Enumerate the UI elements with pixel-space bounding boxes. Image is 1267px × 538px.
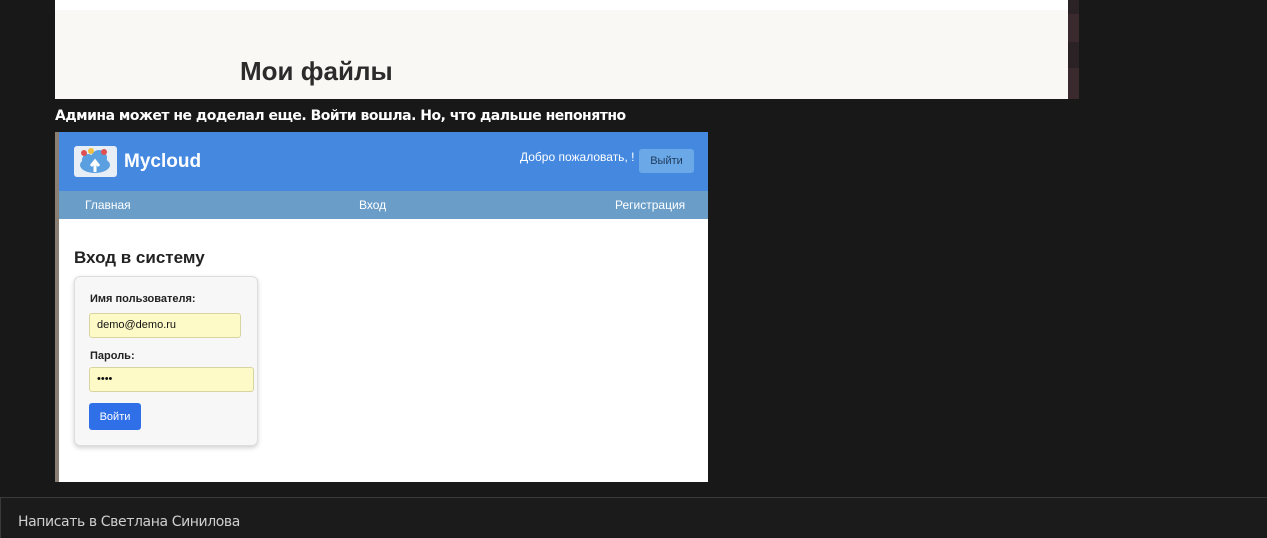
strip-segment — [1068, 14, 1079, 42]
app-nav-bar: Главная Вход Регистрация — [59, 191, 708, 219]
cloud-logo-icon — [74, 146, 117, 177]
password-field[interactable]: •••• — [89, 367, 254, 392]
nav-login-link[interactable]: Вход — [359, 198, 386, 212]
password-label: Пароль: — [90, 350, 135, 362]
image-top-band — [55, 0, 1068, 10]
nav-home-link[interactable]: Главная — [85, 198, 131, 212]
username-field[interactable]: demo@demo.ru — [89, 313, 241, 338]
image-side-strip — [1068, 0, 1079, 99]
login-form-card: Имя пользователя: demo@demo.ru Пароль: •… — [74, 276, 258, 446]
chat-message-text: Админа может не доделал еще. Войти вошла… — [55, 108, 626, 124]
login-submit-button[interactable]: Войти — [89, 403, 141, 430]
login-heading: Вход в систему — [74, 248, 205, 267]
app-brand-name: Mycloud — [124, 151, 202, 172]
username-label: Имя пользователя: — [90, 293, 196, 305]
shared-screenshot[interactable]: Mycloud Добро пожаловать, ! Выйти Главна… — [55, 132, 708, 482]
reply-bar-divider — [0, 498, 1, 538]
my-files-title: Мои файлы — [240, 56, 393, 86]
strip-segment — [1068, 68, 1079, 99]
shared-image-my-files[interactable]: Мои файлы — [55, 0, 1068, 99]
reply-input-placeholder[interactable]: Написать в Светлана Синилова — [18, 514, 240, 530]
nav-register-link[interactable]: Регистрация — [615, 198, 685, 212]
app-header: Mycloud Добро пожаловать, ! Выйти — [59, 132, 708, 191]
reply-input-bar[interactable]: Написать в Светлана Синилова — [0, 497, 1267, 538]
logout-button[interactable]: Выйти — [639, 149, 694, 173]
welcome-text: Добро пожаловать, ! — [520, 150, 635, 164]
